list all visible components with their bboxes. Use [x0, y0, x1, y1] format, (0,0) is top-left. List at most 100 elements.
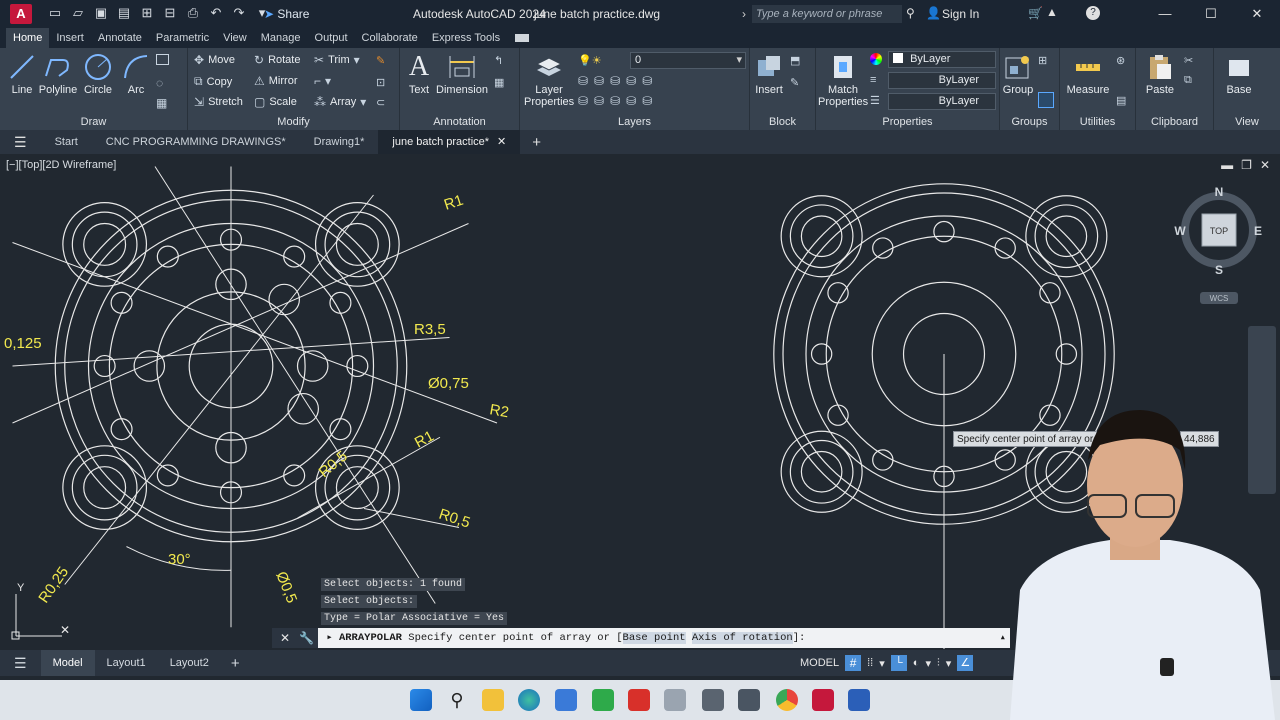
taskbar-app-3-icon[interactable]	[628, 689, 650, 711]
edge-browser-icon[interactable]	[518, 689, 540, 711]
command-option-axis-of-rotation[interactable]: Axis of rotation	[691, 632, 793, 644]
taskbar-app-2-icon[interactable]	[592, 689, 614, 711]
model-space-label[interactable]: MODEL	[800, 657, 839, 669]
ortho-icon[interactable]: └	[890, 655, 907, 671]
layout-tab-layout1[interactable]: Layout1	[95, 650, 158, 676]
polar-icon[interactable]: ◐	[913, 657, 920, 669]
bolt-hole[interactable]	[872, 237, 894, 259]
copy-clip-icon[interactable]: ⧉	[1184, 74, 1192, 87]
rectangle-icon[interactable]	[156, 54, 169, 65]
quick-select-icon[interactable]: ⊛	[1116, 54, 1125, 67]
open-web-icon[interactable]: ⊞	[140, 6, 154, 20]
move-button[interactable]: ✥ Move	[194, 53, 235, 67]
stretch-button[interactable]: ⇲ Stretch	[194, 95, 243, 109]
line-button[interactable]: Line	[6, 52, 38, 96]
group-button[interactable]: Group	[1002, 52, 1034, 96]
rotate-button[interactable]: ↻ Rotate	[254, 53, 300, 67]
minimize-icon[interactable]: —	[1142, 0, 1188, 28]
save-icon[interactable]: ▣	[94, 6, 108, 20]
layer-dropdown[interactable]: 0 ▾	[630, 52, 746, 69]
layout-tab-layout2[interactable]: Layout2	[158, 650, 221, 676]
bolt-hole[interactable]	[1039, 282, 1061, 304]
bolt-hole[interactable]	[329, 291, 352, 314]
bolt-hole[interactable]	[827, 404, 849, 426]
calculator-icon[interactable]: ▤	[1116, 94, 1126, 107]
ribbon-tab-annotate[interactable]: Annotate	[91, 28, 149, 48]
dim-r2[interactable]: R2	[488, 401, 510, 421]
taskbar-search-icon[interactable]: ⚲	[446, 689, 468, 711]
groups-panel-label[interactable]: Groups	[1000, 116, 1059, 128]
gradient-icon[interactable]: ▦	[156, 96, 167, 110]
redo-icon[interactable]: ↷	[232, 6, 246, 20]
calculator-app-icon[interactable]	[738, 689, 760, 711]
open-icon[interactable]: ▱	[71, 6, 85, 20]
new-icon[interactable]: ▭	[48, 6, 62, 20]
draw-panel-label[interactable]: Draw	[0, 116, 187, 128]
hatch-icon[interactable]: ◌	[156, 76, 163, 90]
bolt-hole[interactable]	[994, 237, 1016, 259]
word-app-icon[interactable]	[848, 689, 870, 711]
undo-icon[interactable]: ↶	[209, 6, 223, 20]
file-tab-close-icon[interactable]: ✕	[497, 136, 506, 148]
viewcube[interactable]: TOP N S E W WCS	[1174, 185, 1262, 304]
file-tab-2[interactable]: Drawing1*	[300, 130, 379, 154]
dim-dia-0-75[interactable]: Ø0,75	[428, 375, 469, 392]
dim-dia-0-5[interactable]: Ø0,5	[272, 569, 300, 606]
cart-icon[interactable]: 🛒	[1028, 6, 1043, 20]
isodraft-icon[interactable]: ⫶	[937, 657, 940, 670]
paste-button[interactable]: Paste	[1140, 52, 1180, 96]
trim-button[interactable]: ✂ Trim ▾	[314, 53, 360, 67]
viewcube-south[interactable]: S	[1215, 263, 1223, 277]
app-menu-button[interactable]: A	[10, 4, 32, 24]
dim-r1-mid[interactable]: R1	[412, 428, 437, 452]
taskbar-app-4-icon[interactable]	[664, 689, 686, 711]
polyline-button[interactable]: Polyline	[38, 52, 78, 96]
clipboard-panel-label[interactable]: Clipboard	[1136, 116, 1213, 128]
ribbon-tab-parametric[interactable]: Parametric	[149, 28, 216, 48]
viewcube-west[interactable]: W	[1174, 224, 1186, 238]
share-button[interactable]: ➤ Share	[264, 7, 309, 21]
layout-menu-icon[interactable]: ☰	[0, 655, 41, 672]
osnap-tracking-icon[interactable]: ∠	[957, 655, 974, 671]
utilities-panel-label[interactable]: Utilities	[1060, 116, 1135, 128]
dim-r0-25[interactable]: R0,25	[35, 564, 72, 607]
modify-panel-label[interactable]: Modify	[188, 116, 399, 128]
table-icon[interactable]: ▦	[494, 76, 504, 89]
hamburger-menu-icon[interactable]: ☰	[0, 134, 41, 151]
view-panel-label[interactable]: View	[1214, 116, 1280, 128]
measure-button[interactable]: Measure	[1064, 52, 1112, 96]
save-web-icon[interactable]: ⊟	[163, 6, 177, 20]
new-tab-icon[interactable]: +	[520, 134, 553, 151]
autocad-taskbar-icon[interactable]	[812, 689, 834, 711]
polar-dropdown-icon[interactable]: ▾	[925, 657, 931, 670]
plot-icon[interactable]: ⎙	[186, 6, 200, 20]
bolt-hole[interactable]	[933, 220, 955, 243]
cut-icon[interactable]: ✂	[1184, 54, 1193, 67]
circle-button[interactable]: Circle	[82, 52, 114, 96]
command-customize-icon[interactable]: 🔧	[299, 631, 314, 645]
search-icon[interactable]: ⚲	[906, 6, 915, 20]
layers-panel-label[interactable]: Layers	[520, 116, 749, 128]
ungroup-icon[interactable]: ⊞	[1038, 54, 1047, 67]
dimension-button[interactable]: Dimension	[436, 52, 488, 96]
autodesk-a360-icon[interactable]: ▲	[1046, 5, 1058, 19]
explode-icon[interactable]: ⊡	[376, 76, 385, 89]
layer-tools-row-2[interactable]: ⛁⛁⛁⛁⛁	[578, 94, 658, 108]
file-tab-1[interactable]: CNC PROGRAMMING DRAWINGS*	[92, 130, 300, 154]
leader-line[interactable]	[64, 194, 374, 585]
snap-dropdown-icon[interactable]: ▾	[879, 657, 885, 670]
lineweight-dropdown[interactable]: ByLayer	[888, 93, 996, 110]
block-panel-label[interactable]: Block	[750, 116, 815, 128]
close-icon[interactable]: ✕	[1234, 0, 1280, 28]
dim-0-125[interactable]: 0,125	[4, 335, 42, 352]
ribbon-tab-output[interactable]: Output	[308, 28, 355, 48]
bolt-hole[interactable]	[93, 354, 116, 378]
bolt-hole[interactable]	[872, 449, 894, 471]
bolt-hole[interactable]	[329, 418, 352, 441]
ribbon-tab-view[interactable]: View	[216, 28, 254, 48]
offset-icon[interactable]: ⊂	[376, 96, 385, 109]
text-button[interactable]: A Text	[404, 52, 434, 97]
command-line[interactable]: ▸ ARRAYPOLAR Specify center point of arr…	[272, 628, 1010, 648]
file-tab-0[interactable]: Start	[41, 130, 92, 154]
save-as-icon[interactable]: ▤	[117, 6, 131, 20]
